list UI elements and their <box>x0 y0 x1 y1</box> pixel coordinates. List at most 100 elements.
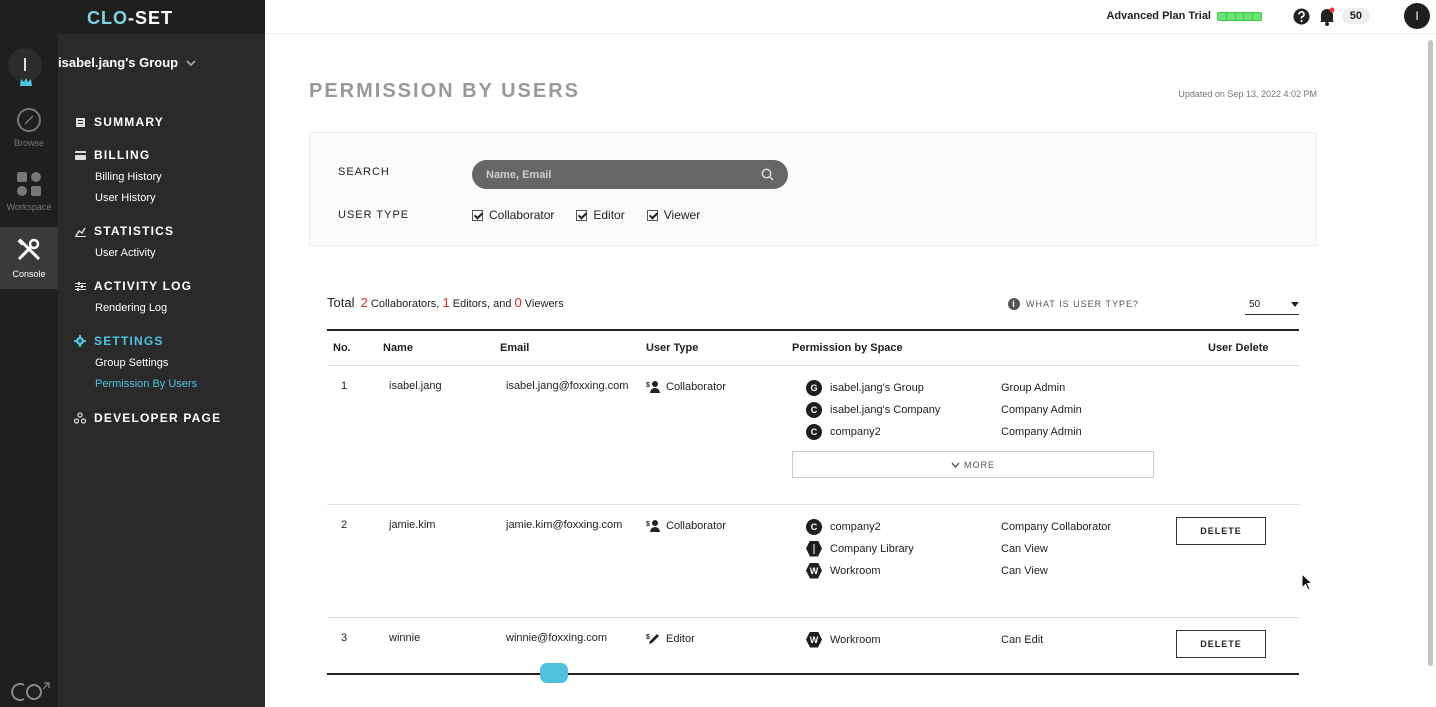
col-user-delete: User Delete <box>1186 329 1299 366</box>
users-table: No. Name Email User Type Permission by S… <box>327 329 1299 675</box>
compass-icon <box>17 107 41 132</box>
permission-space: Company Library <box>830 542 914 555</box>
row-email: jamie.kim@foxxing.com <box>494 504 640 618</box>
caret-down-icon <box>1291 301 1299 307</box>
table-row: 3 winnie winnie@foxxing.com $ Editor W Wor… <box>327 617 1299 675</box>
permission-role: Can Edit <box>1001 633 1044 646</box>
editor-icon: $ <box>646 634 659 644</box>
total-label: Total <box>327 295 355 310</box>
delete-button[interactable]: DELETE <box>1176 517 1266 545</box>
group-name: isabel.jang's Group <box>58 55 179 70</box>
more-button[interactable]: MORE <box>792 451 1154 478</box>
chart-icon <box>74 225 86 237</box>
company-space-icon: C <box>806 518 822 535</box>
row-permissions: W Workroom Can Edit <box>786 617 1186 675</box>
viewers-count: 0 <box>514 295 522 310</box>
chevron-down-icon <box>186 60 196 67</box>
nav-summary[interactable]: SUMMARY <box>74 115 164 129</box>
page-size-select[interactable]: 50 <box>1245 295 1299 315</box>
page-size-value: 50 <box>1249 299 1261 310</box>
pagination-current-page[interactable] <box>540 663 568 683</box>
permission-space: company2 <box>830 425 881 438</box>
checkbox-collaborator-label: Collaborator <box>489 208 555 222</box>
nav-activity-log-label: ACTIVITY LOG <box>94 279 193 293</box>
nav-settings-head[interactable]: SETTINGS <box>74 334 197 348</box>
nav-group-settings[interactable]: Group Settings <box>95 357 197 369</box>
search-icon[interactable] <box>761 168 774 181</box>
checkbox-viewer-box[interactable] <box>646 209 658 221</box>
row-name: winnie <box>377 617 494 675</box>
group-avatar[interactable]: I <box>8 48 46 90</box>
workroom-icon: W <box>806 562 822 579</box>
group-selector[interactable]: isabel.jang's Group <box>58 55 265 70</box>
what-is-user-type-link[interactable]: i WHAT IS USER TYPE? <box>1007 298 1139 310</box>
top-bar: Advanced Plan Trial 50 I <box>265 0 1436 34</box>
rail-workspace-label: Workspace <box>6 201 52 212</box>
nav-user-history[interactable]: User History <box>95 192 162 204</box>
help-icon[interactable] <box>1293 8 1310 25</box>
permission-space: isabel.jang's Group <box>830 381 924 394</box>
bell-icon[interactable] <box>1318 7 1336 26</box>
more-label: MORE <box>964 459 995 470</box>
permission-space: company2 <box>830 520 881 533</box>
permission-role: Company Admin <box>1001 403 1082 416</box>
rail-console[interactable]: Console <box>0 227 58 289</box>
page-title: PERMISSION BY USERS <box>309 80 581 102</box>
rail-workspace[interactable]: Workspace <box>0 160 58 222</box>
group-space-icon: G <box>806 379 822 396</box>
library-icon <box>806 540 822 557</box>
total-summary: Total 2 Collaborators, 1 Editors, and 0 … <box>327 295 1299 315</box>
left-rail: I Browse Workspace Console <box>0 0 58 707</box>
plan-indicator[interactable]: Advanced Plan Trial <box>1106 10 1262 22</box>
what-is-user-type-label: WHAT IS USER TYPE? <box>1025 299 1139 309</box>
row-no: 1 <box>327 365 377 505</box>
row-delete-cell <box>1186 365 1299 505</box>
col-permission: Permission by Space <box>786 329 1186 366</box>
vertical-scrollbar[interactable] <box>1428 40 1433 666</box>
user-type-label: USER TYPE <box>338 209 410 221</box>
editors-count: 1 <box>442 295 450 310</box>
nav-rendering-log[interactable]: Rendering Log <box>95 302 192 314</box>
rail-browse-label: Browse <box>13 137 44 148</box>
row-no: 3 <box>327 617 377 675</box>
nav-billing-label: BILLING <box>94 148 151 162</box>
mouse-cursor-icon <box>1301 573 1313 591</box>
nav-permission-by-users[interactable]: Permission By Users <box>95 378 197 390</box>
nav-activity-log-head[interactable]: ACTIVITY LOG <box>74 279 192 293</box>
checkbox-collaborator-box[interactable] <box>472 209 483 221</box>
checkbox-viewer[interactable]: Viewer <box>646 208 701 222</box>
user-type-label: Collaborator <box>666 519 726 532</box>
clo-logo-icon[interactable] <box>10 681 50 703</box>
nav-billing-head[interactable]: BILLING <box>74 148 162 162</box>
checkbox-collaborator[interactable]: Collaborator <box>472 208 554 222</box>
nav-billing-history[interactable]: Billing History <box>95 171 162 183</box>
info-icon: i <box>1007 298 1020 310</box>
row-no: 2 <box>327 504 377 618</box>
search-placeholder: Name, Email <box>486 168 552 181</box>
clo-set-logo[interactable]: CLO-SET <box>87 8 173 29</box>
collaborator-icon: $ <box>646 520 660 532</box>
notification-count[interactable]: 50 <box>1341 8 1370 24</box>
table-row: 1 isabel.jang isabel.jang@foxxing.com $ C… <box>327 365 1299 505</box>
permission-role: Company Admin <box>1001 425 1082 438</box>
col-email: Email <box>494 329 640 366</box>
user-avatar[interactable]: I <box>1404 3 1430 29</box>
row-email: isabel.jang@foxxing.com <box>494 365 640 505</box>
checkbox-editor[interactable]: Editor <box>576 208 625 222</box>
search-input[interactable]: Name, Email <box>472 160 788 189</box>
nav-developer-page[interactable]: DEVELOPER PAGE <box>74 411 221 425</box>
nav-activity-log: ACTIVITY LOG Rendering Log <box>74 279 192 314</box>
delete-button[interactable]: DELETE <box>1176 630 1266 658</box>
logo-part-clo: CLO <box>87 8 128 28</box>
logo-dash: - <box>128 8 135 28</box>
checkbox-editor-label: Editor <box>593 208 625 222</box>
checkbox-viewer-label: Viewer <box>663 208 701 222</box>
checkbox-editor-box[interactable] <box>576 209 588 221</box>
rail-browse[interactable]: Browse <box>0 96 58 158</box>
permission-item: W Workroom Can Edit <box>792 625 1180 654</box>
nav-developer-page-label: DEVELOPER PAGE <box>94 411 222 425</box>
nav-statistics-head[interactable]: STATISTICS <box>74 224 174 238</box>
permission-space: Workroom <box>830 633 881 646</box>
collaborator-icon: $ <box>646 381 660 393</box>
nav-user-activity[interactable]: User Activity <box>95 247 174 259</box>
